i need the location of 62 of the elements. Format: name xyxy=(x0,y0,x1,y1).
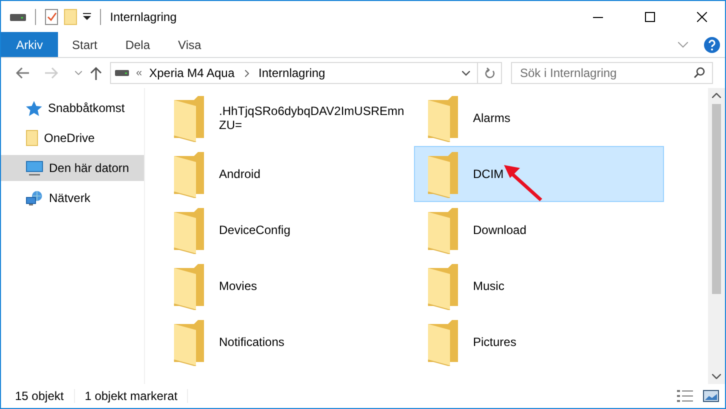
maximize-icon xyxy=(645,12,655,22)
window-title: Internlagring xyxy=(110,10,177,24)
folder-icon xyxy=(426,262,460,310)
search-field[interactable]: Sök i Internlagring xyxy=(511,62,713,84)
breadcrumb[interactable]: Xperia M4 Aqua xyxy=(149,66,235,80)
folder-item[interactable]: Notifications xyxy=(160,314,410,370)
large-icons-view-icon[interactable] xyxy=(703,390,719,402)
refresh-icon[interactable] xyxy=(485,67,495,79)
search-icon xyxy=(694,67,705,78)
folder-icon xyxy=(426,94,460,142)
star-icon xyxy=(26,100,42,116)
properties-icon[interactable] xyxy=(45,8,58,24)
chevron-icon[interactable] xyxy=(244,70,249,76)
folder-icon xyxy=(172,318,206,366)
folder-icon xyxy=(172,150,206,198)
breadcrumb[interactable]: Internlagring xyxy=(258,66,326,80)
folder-icon xyxy=(426,150,460,198)
folder-item[interactable]: DCIM xyxy=(414,146,664,202)
folder-item[interactable]: Alarms xyxy=(414,90,664,146)
drive-icon[interactable] xyxy=(10,12,26,22)
selection-count: 1 objekt markerat xyxy=(84,389,178,403)
scroll-down-icon[interactable] xyxy=(712,374,721,379)
help-icon[interactable] xyxy=(704,36,720,52)
folder-item[interactable]: Download xyxy=(414,202,664,258)
up-icon[interactable] xyxy=(90,66,102,80)
scrollbar-thumb[interactable] xyxy=(712,104,721,294)
close-icon xyxy=(697,12,707,22)
dropdown-icon[interactable] xyxy=(83,13,91,20)
folder-icon xyxy=(426,318,460,366)
drive-icon xyxy=(115,69,129,77)
annotation-arrow xyxy=(502,163,544,203)
back-icon[interactable] xyxy=(15,67,29,79)
folder-item[interactable]: .HhTjqSRo6dybqDAV2ImUSREmnZU= xyxy=(160,90,410,146)
computer-icon xyxy=(26,160,43,176)
scroll-up-icon[interactable] xyxy=(712,93,721,98)
folder-icon xyxy=(172,206,206,254)
folder-icon xyxy=(172,262,206,310)
folder-icon xyxy=(426,206,460,254)
network-icon xyxy=(26,190,43,206)
ribbon-tab[interactable]: Visa xyxy=(164,32,216,57)
folder-item[interactable]: Android xyxy=(160,146,410,202)
scrollbar[interactable] xyxy=(708,88,725,384)
item-count: 15 objekt xyxy=(15,389,64,403)
details-view-icon[interactable] xyxy=(677,389,693,403)
folder-icon xyxy=(26,130,38,146)
ribbon-tab[interactable]: Dela xyxy=(111,32,164,57)
recent-dropdown-icon[interactable] xyxy=(75,71,82,75)
sidebar-item[interactable]: Den här datorn xyxy=(1,155,144,181)
address-dropdown-icon[interactable] xyxy=(462,70,470,76)
folder-item[interactable]: Pictures xyxy=(414,314,664,370)
ribbon-tab[interactable]: Arkiv xyxy=(1,32,58,57)
sidebar-item[interactable]: Nätverk xyxy=(1,185,144,211)
sidebar-item[interactable]: Snabbåtkomst xyxy=(1,95,144,121)
ribbon-tab[interactable]: Start xyxy=(58,32,112,57)
sidebar-item[interactable]: OneDrive xyxy=(1,125,144,151)
breadcrumb-overflow[interactable]: « xyxy=(136,67,142,79)
folder-item[interactable]: Music xyxy=(414,258,664,314)
folder-icon xyxy=(172,94,206,142)
expand-ribbon-icon[interactable] xyxy=(678,42,688,48)
folder-item[interactable]: Movies xyxy=(160,258,410,314)
folder-item[interactable]: DeviceConfig xyxy=(160,202,410,258)
address-bar[interactable]: « Xperia M4 Aqua Internlagring xyxy=(110,62,502,84)
